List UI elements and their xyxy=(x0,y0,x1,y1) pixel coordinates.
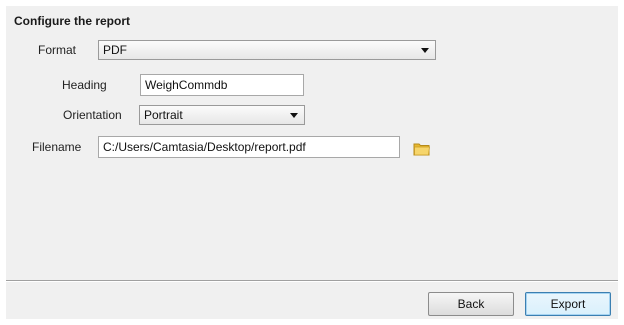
orientation-select-value: Portrait xyxy=(144,108,183,122)
heading-field[interactable] xyxy=(140,74,304,96)
format-select[interactable]: PDF xyxy=(98,40,436,60)
orientation-label: Orientation xyxy=(63,108,122,122)
filename-field[interactable] xyxy=(98,136,400,158)
format-select-value: PDF xyxy=(103,43,127,57)
back-button[interactable]: Back xyxy=(428,292,514,316)
folder-icon xyxy=(413,143,430,156)
filename-label: Filename xyxy=(32,140,82,154)
report-config-panel: Configure the report Format PDF Heading … xyxy=(6,6,618,319)
browse-folder-button[interactable] xyxy=(413,141,431,157)
chevron-down-icon xyxy=(290,113,298,118)
export-button[interactable]: Export xyxy=(525,292,611,316)
format-label: Format xyxy=(38,43,77,57)
page-title: Configure the report xyxy=(14,14,130,28)
dialog-footer: Back Export xyxy=(6,282,618,319)
orientation-select[interactable]: Portrait xyxy=(139,105,305,125)
chevron-down-icon xyxy=(421,48,429,53)
heading-label: Heading xyxy=(62,78,107,92)
